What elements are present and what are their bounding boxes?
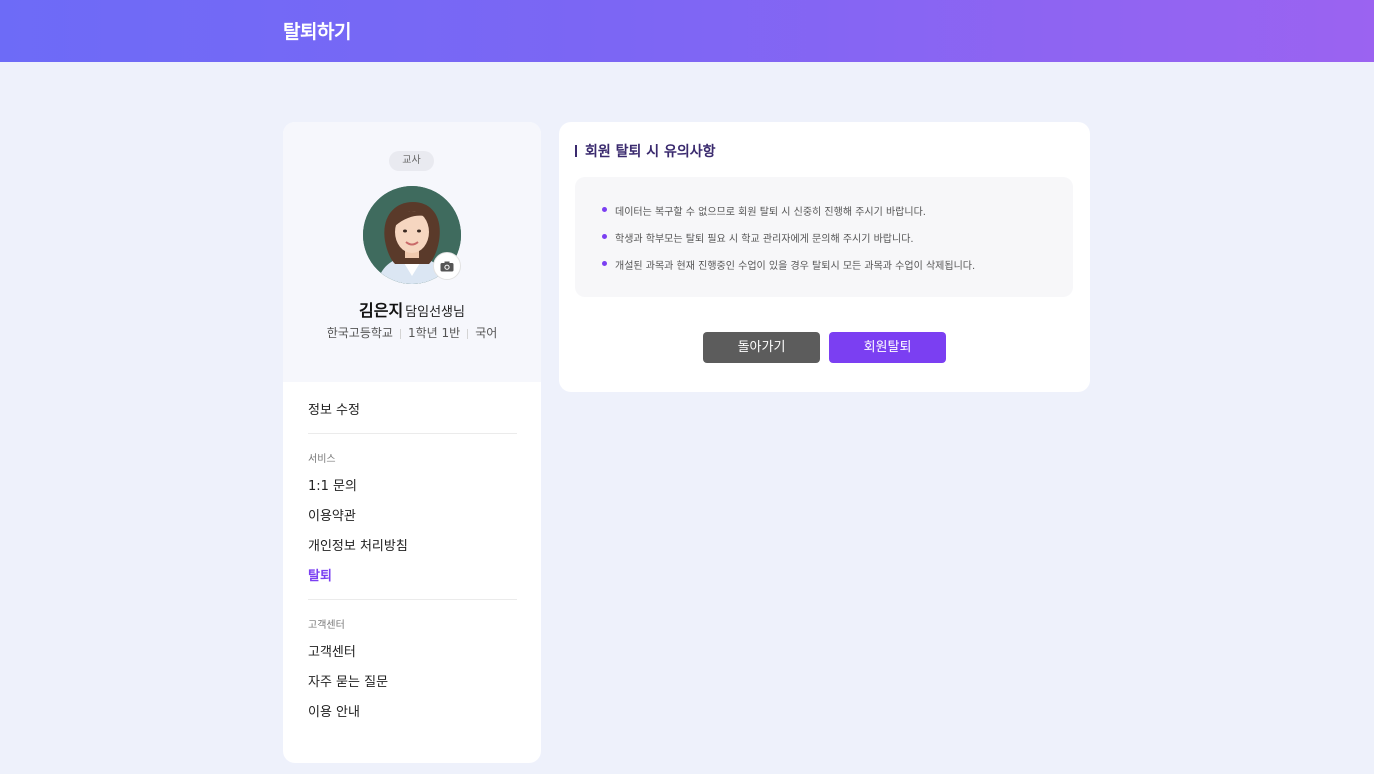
- menu-divider: [308, 433, 517, 434]
- profile-summary: 교사 김은지 담임선생님 한국고등학교 1학년 1반 국어: [283, 122, 541, 382]
- menu-customer-center[interactable]: 고객센터: [308, 641, 356, 660]
- teacher-title: 담임선생님: [405, 305, 465, 320]
- role-badge: 교사: [389, 151, 434, 171]
- menu-section-support: 고객센터: [308, 620, 345, 631]
- top-header: 탈퇴하기: [0, 0, 1374, 62]
- back-button[interactable]: 돌아가기: [703, 332, 820, 363]
- menu-usage-guide[interactable]: 이용 안내: [308, 701, 360, 720]
- withdraw-panel: 회원 탈퇴 시 유의사항 데이터는 복구할 수 없으므로 회원 탈퇴 시 신중히…: [559, 122, 1090, 392]
- menu-withdraw[interactable]: 탈퇴: [308, 565, 332, 584]
- notice-item: 학생과 학부모는 탈퇴 필요 시 학교 관리자에게 문의해 주시기 바랍니다.: [615, 234, 914, 245]
- menu-divider: [308, 599, 517, 600]
- notice-box: 데이터는 복구할 수 없으므로 회원 탈퇴 시 신중히 진행해 주시기 바랍니다…: [575, 177, 1073, 297]
- bullet-dot: [602, 261, 607, 266]
- bullet-dot: [602, 234, 607, 239]
- meta-divider: [467, 328, 469, 339]
- profile-sidebar: 교사 김은지 담임선생님 한국고등학교 1학년 1반 국어 정보 수정 서비스 …: [283, 122, 541, 763]
- menu-faq[interactable]: 자주 묻는 질문: [308, 671, 388, 690]
- change-photo-button[interactable]: [433, 252, 461, 280]
- teacher-name: 김은지: [359, 301, 404, 320]
- subject-name: 국어: [475, 326, 498, 340]
- section-title-bar: [575, 145, 577, 157]
- school-name: 한국고등학교: [326, 326, 393, 340]
- withdraw-button[interactable]: 회원탈퇴: [829, 332, 946, 363]
- menu-terms[interactable]: 이용약관: [308, 505, 356, 524]
- notice-item: 개설된 과목과 현재 진행중인 수업이 있을 경우 탈퇴시 모든 과목과 수업이…: [615, 261, 976, 272]
- profile-name: 김은지 담임선생님: [283, 297, 541, 321]
- page-title: 탈퇴하기: [283, 21, 351, 43]
- bullet-dot: [602, 207, 607, 212]
- notice-title: 회원 탈퇴 시 유의사항: [585, 144, 716, 160]
- menu-privacy-policy[interactable]: 개인정보 처리방침: [308, 535, 408, 554]
- profile-meta: 한국고등학교 1학년 1반 국어: [283, 324, 541, 341]
- menu-edit-info[interactable]: 정보 수정: [308, 399, 360, 418]
- menu-inquiry[interactable]: 1:1 문의: [308, 475, 357, 494]
- notice-item: 데이터는 복구할 수 없으므로 회원 탈퇴 시 신중히 진행해 주시기 바랍니다…: [615, 207, 926, 218]
- class-name: 1학년 1반: [407, 326, 461, 340]
- meta-divider: [399, 328, 401, 339]
- camera-icon: [440, 257, 454, 276]
- menu-section-service: 서비스: [308, 454, 336, 465]
